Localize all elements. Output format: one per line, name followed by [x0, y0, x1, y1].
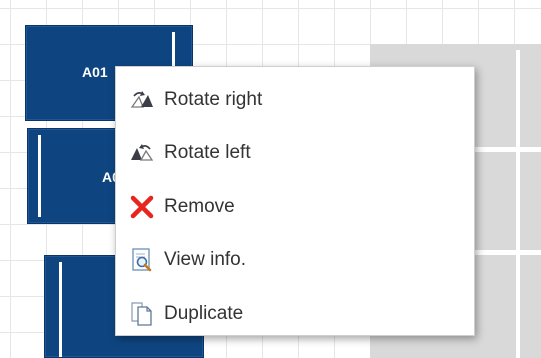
block-divider [59, 262, 62, 357]
menu-item-label: View info. [164, 249, 247, 271]
duplicate-icon [128, 300, 156, 328]
context-menu: Rotate right Rotate left Remove View inf… [115, 66, 475, 336]
menu-item-label: Rotate left [164, 142, 251, 164]
block-divider [38, 135, 41, 217]
menu-item-label: Rotate right [164, 88, 263, 110]
view-info-icon [128, 246, 156, 274]
remove-icon [128, 193, 156, 221]
menu-item-rotate-left[interactable]: Rotate left [116, 127, 474, 181]
menu-item-label: Duplicate [164, 302, 244, 324]
placeholder-divider [516, 50, 520, 358]
seat-block-label: A01 [82, 64, 108, 80]
menu-item-view-info[interactable]: View info. [116, 234, 474, 288]
rotate-left-icon [128, 139, 156, 167]
menu-item-duplicate[interactable]: Duplicate [116, 287, 474, 341]
menu-item-remove[interactable]: Remove [116, 180, 474, 234]
menu-item-rotate-right[interactable]: Rotate right [116, 73, 474, 127]
rotate-right-icon [128, 86, 156, 114]
menu-item-label: Remove [164, 195, 235, 217]
